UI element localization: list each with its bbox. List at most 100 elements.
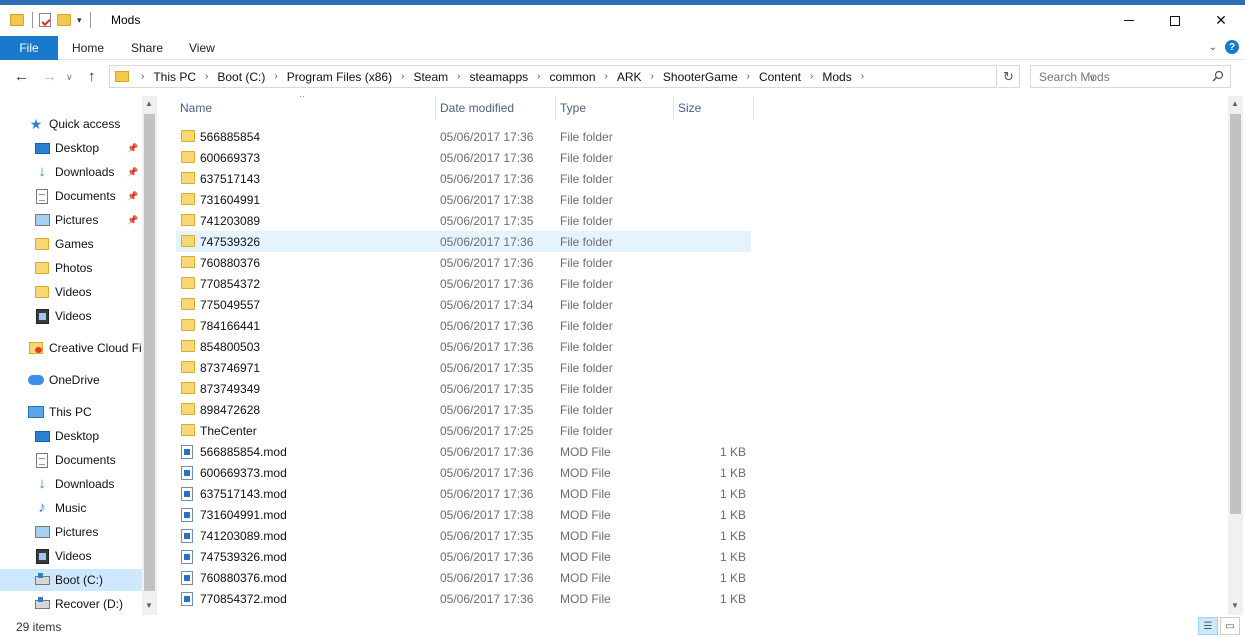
folder-row[interactable]: 873746971 05/06/2017 17:35 File folder [176,357,751,378]
pin-icon[interactable]: 📌 [127,167,138,178]
sidebar-item[interactable]: ★ Quick access [0,113,142,135]
breadcrumb-boot-c[interactable]: Boot (C:) [217,70,265,84]
breadcrumb-separator-icon[interactable]: › [651,71,654,82]
breadcrumb-separator-icon[interactable]: › [457,71,460,82]
folder-row[interactable]: 873749349 05/06/2017 17:35 File folder [176,378,751,399]
customize-toolbar-chevron-icon[interactable]: ▾ [77,15,82,26]
scroll-up-icon[interactable]: ▲ [1231,99,1239,108]
file-row[interactable]: 600669373.mod 05/06/2017 17:36 MOD File 1 K… [176,462,751,483]
breadcrumb-this-pc[interactable]: This PC [153,70,196,84]
scrollbar-thumb[interactable] [144,114,155,591]
breadcrumb-mods[interactable]: Mods [822,70,851,84]
file-row[interactable]: 637517143.mod 05/06/2017 17:36 MOD File 1 K… [176,483,751,504]
folder-row[interactable]: 731604991 05/06/2017 17:38 File folder [176,189,751,210]
sidebar-item[interactable]: Videos [0,281,142,303]
properties-icon[interactable] [39,13,51,27]
file-row[interactable]: 741203089.mod 05/06/2017 17:35 MOD File 1 K… [176,525,751,546]
tab-home[interactable]: Home [72,41,104,55]
folder-row[interactable]: 741203089 05/06/2017 17:35 File folder [176,210,751,231]
sidebar-item[interactable]: ↓ Downloads 📌 [0,161,142,183]
large-icons-view-button[interactable]: ▭ [1220,617,1240,635]
search-input[interactable] [1031,66,1201,87]
column-header-name[interactable]: Name [176,96,436,120]
breadcrumb-shootergame[interactable]: ShooterGame [663,70,738,84]
breadcrumb-ark[interactable]: ARK [617,70,642,84]
sidebar-item[interactable]: Photos [0,257,142,279]
folder-row[interactable]: 770854372 05/06/2017 17:36 File folder [176,273,751,294]
up-arrow-icon[interactable]: ↑ [88,68,96,85]
sidebar-item[interactable]: ♪ Music [0,497,142,519]
file-row[interactable]: 760880376.mod 05/06/2017 17:36 MOD File 1 K… [176,567,751,588]
help-icon[interactable]: ? [1225,40,1239,54]
sidebar-item[interactable]: This PC [0,401,142,423]
navigation-scrollbar[interactable]: ▲ ▼ [142,96,157,615]
folder-row[interactable]: 760880376 05/06/2017 17:36 File folder [176,252,751,273]
breadcrumb-program-files[interactable]: Program Files (x86) [287,70,392,84]
pin-icon[interactable]: 📌 [127,191,138,202]
file-row[interactable]: 731604991.mod 05/06/2017 17:38 MOD File 1 K… [176,504,751,525]
sidebar-item[interactable]: Desktop 📌 [0,137,142,159]
recent-locations-chevron-icon[interactable]: ∨ [66,72,73,83]
folder-row[interactable]: 600669373 05/06/2017 17:36 File folder [176,147,751,168]
file-row[interactable]: 566885854.mod 05/06/2017 17:36 MOD File 1 K… [176,441,751,462]
pin-icon[interactable]: 📌 [127,215,138,226]
scrollbar-thumb[interactable] [1230,114,1241,514]
file-list-scrollbar[interactable]: ▲ ▼ [1228,96,1243,615]
address-bar[interactable]: › This PC › Boot (C:) › Program Files (x86… [109,65,1096,88]
sidebar-item[interactable]: OneDrive [0,369,142,391]
column-header-size[interactable]: Size [674,96,754,120]
sidebar-item[interactable]: Pictures 📌 [0,209,142,231]
folder-row[interactable]: 775049557 05/06/2017 17:34 File folder [176,294,751,315]
sidebar-item[interactable]: Documents 📌 [0,185,142,207]
sidebar-item[interactable]: Boot (C:) [0,569,142,591]
back-arrow-icon[interactable]: ← [14,68,29,85]
minimize-button[interactable] [1106,5,1152,36]
expand-ribbon-chevron-icon[interactable]: ⌄ [1209,42,1217,53]
sidebar-item[interactable]: Videos [0,305,142,327]
breadcrumb-steamapps[interactable]: steamapps [469,70,528,84]
breadcrumb-separator-icon[interactable]: › [274,71,277,82]
folder-row[interactable]: 566885854 05/06/2017 17:36 File folder [176,126,751,147]
new-folder-icon[interactable] [57,14,71,26]
sidebar-item[interactable]: Games [0,233,142,255]
sidebar-item[interactable]: Videos [0,545,142,567]
sidebar-item[interactable]: Pictures [0,521,142,543]
folder-row[interactable]: 784166441 05/06/2017 17:36 File folder [176,315,751,336]
folder-row[interactable]: TheCenter 05/06/2017 17:25 File folder [176,420,751,441]
file-row[interactable]: 770854372.mod 05/06/2017 17:36 MOD File 1 K… [176,588,751,609]
sidebar-item[interactable]: Recover (D:) [0,593,142,615]
search-box[interactable] [1030,65,1231,88]
sidebar-item[interactable]: Documents [0,449,142,471]
scroll-up-icon[interactable]: ▲ [145,99,153,108]
breadcrumb-content[interactable]: Content [759,70,801,84]
breadcrumb-common[interactable]: common [550,70,596,84]
sidebar-item[interactable]: ↓ Downloads [0,473,142,495]
breadcrumb-separator-icon[interactable]: › [537,71,540,82]
breadcrumb-separator-icon[interactable]: › [861,71,864,82]
breadcrumb-separator-icon[interactable]: › [747,71,750,82]
scroll-down-icon[interactable]: ▼ [1231,601,1239,610]
folder-row[interactable]: 854800503 05/06/2017 17:36 File folder [176,336,751,357]
scroll-down-icon[interactable]: ▼ [145,601,153,610]
breadcrumb-separator-icon[interactable]: › [141,71,144,82]
column-header-type[interactable]: Type [556,96,674,120]
sidebar-item[interactable]: Desktop [0,425,142,447]
search-icon[interactable] [1212,70,1224,82]
folder-row[interactable]: 898472628 05/06/2017 17:35 File folder [176,399,751,420]
tab-file[interactable]: File [0,36,58,60]
refresh-button[interactable]: ↻ [998,65,1020,88]
breadcrumb-separator-icon[interactable]: › [810,71,813,82]
sidebar-item[interactable]: Creative Cloud Fil [0,337,142,359]
tab-view[interactable]: View [189,41,215,55]
maximize-button[interactable] [1152,5,1198,36]
tab-share[interactable]: Share [131,41,163,55]
details-view-button[interactable]: ☰ [1198,617,1218,635]
folder-row[interactable]: 637517143 05/06/2017 17:36 File folder [176,168,751,189]
close-button[interactable]: ✕ [1198,5,1244,36]
forward-arrow-icon[interactable]: → [42,68,57,85]
breadcrumb-steam[interactable]: Steam [413,70,448,84]
pin-icon[interactable]: 📌 [127,143,138,154]
breadcrumb-separator-icon[interactable]: › [605,71,608,82]
folder-row[interactable]: 747539326 05/06/2017 17:36 File folder [176,231,751,252]
column-header-date[interactable]: Date modified [436,96,556,120]
